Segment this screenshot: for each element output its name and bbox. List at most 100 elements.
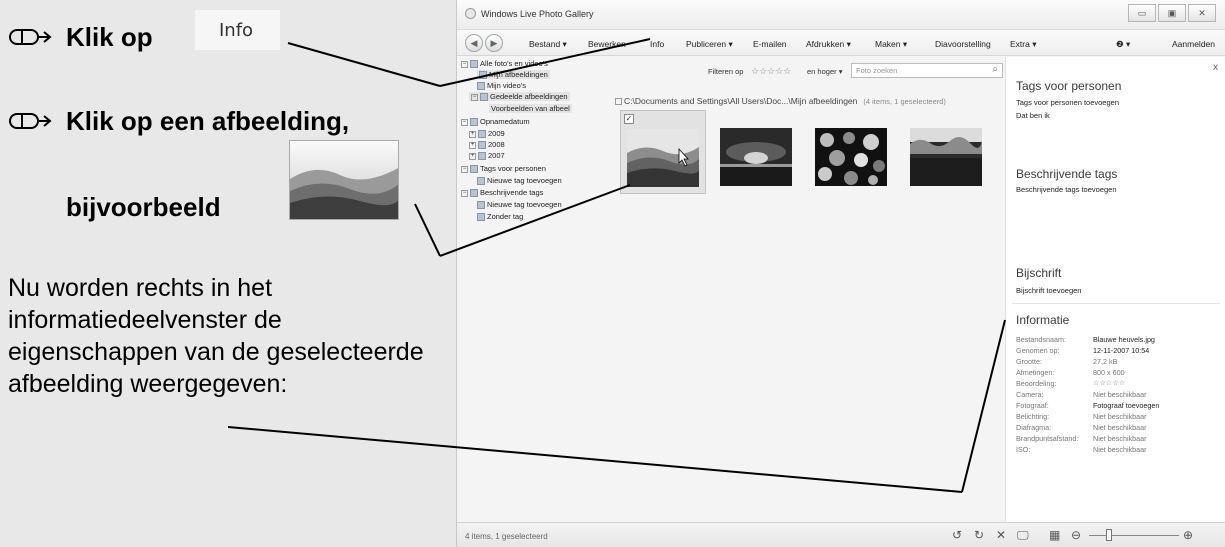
- rotate-right-icon[interactable]: ↻: [974, 528, 984, 542]
- status-bar: 4 items, 1 geselecteerd ↺ ↻ ✕ 🖵 ▦ ⊖ ⊕: [457, 522, 1225, 547]
- menu-diavoorstelling[interactable]: Diavoorstelling: [935, 39, 991, 49]
- prop-key: Grootte:: [1016, 357, 1042, 366]
- delete-icon[interactable]: ✕: [996, 528, 1006, 542]
- info-pane: x Tags voor personen Tags voor personen …: [1005, 57, 1225, 522]
- menu-bewerken[interactable]: Bewerken: [588, 39, 626, 49]
- prop-exposure: Niet beschikbaar: [1093, 412, 1147, 421]
- help-icon[interactable]: ❷ ▾: [1116, 39, 1130, 50]
- tag-icon: [477, 213, 485, 222]
- calendar-icon: [470, 118, 478, 127]
- slideshow-icon[interactable]: 🖵: [1017, 528, 1029, 543]
- menu-info[interactable]: Info: [650, 39, 664, 49]
- menu-afdrukken[interactable]: Afdrukken ▾: [806, 39, 851, 50]
- add-caption-link[interactable]: Bijschrift toevoegen: [1016, 286, 1081, 295]
- tag-add-icon: [477, 201, 485, 210]
- app-icon: [465, 8, 476, 19]
- prop-photographer[interactable]: Fotograaf toevoegen: [1093, 401, 1159, 410]
- prop-key: Diafragma:: [1016, 423, 1052, 432]
- rotate-left-icon[interactable]: ↺: [952, 528, 962, 542]
- close-button[interactable]: ✕: [1188, 4, 1216, 22]
- tree-item-all[interactable]: − Alle foto's en video's: [461, 59, 548, 69]
- calendar-icon: [478, 152, 486, 161]
- descriptive-tags-heading: Beschrijvende tags: [1016, 167, 1118, 181]
- prop-key: Brandpuntsafstand:: [1016, 434, 1079, 443]
- thats-me-link[interactable]: Dat ben ik: [1016, 111, 1050, 120]
- maximize-button[interactable]: ▣: [1158, 4, 1186, 22]
- menu-emailen[interactable]: E-mailen: [753, 39, 787, 49]
- tree-item-samples[interactable]: Voorbeelden van afbeel: [489, 104, 572, 113]
- path-text: C:\Documents and Settings\All Users\Doc.…: [624, 96, 858, 106]
- menu-extra[interactable]: Extra ▾: [1010, 39, 1036, 50]
- forward-icon[interactable]: ▶: [485, 34, 503, 52]
- prop-key: Genomen op:: [1016, 346, 1060, 355]
- rating-filter-stars[interactable]: ☆☆☆☆☆: [751, 66, 791, 77]
- step1-label: Klik op: [66, 22, 153, 52]
- prop-key: Fotograaf:: [1016, 401, 1049, 410]
- tree-item-untagged[interactable]: Zonder tag: [477, 212, 523, 222]
- zoom-in-icon[interactable]: ⊕: [1183, 528, 1193, 542]
- mouse-click-icon: [9, 29, 52, 45]
- back-icon[interactable]: ◀: [465, 34, 483, 52]
- zoom-slider[interactable]: [1089, 535, 1179, 536]
- add-people-tags-link[interactable]: Tags voor personen toevoegen: [1016, 98, 1119, 107]
- thumbnail-blauwe-heuvels[interactable]: ✓: [620, 110, 706, 194]
- tag-icon: [470, 189, 478, 198]
- tree-item-people-tags[interactable]: − Tags voor personen: [461, 164, 546, 174]
- prop-key: Belichting:: [1016, 412, 1050, 421]
- calendar-icon: [478, 130, 486, 139]
- tree-item-my-pictures[interactable]: Mijn afbeeldingen: [477, 70, 550, 80]
- prop-filename[interactable]: Blauwe heuvels.jpg: [1093, 335, 1155, 344]
- search-placeholder: Foto zoeken: [856, 66, 898, 75]
- signin-link[interactable]: Aanmelden: [1172, 39, 1215, 49]
- prop-dimensions: 800 x 600: [1093, 368, 1125, 377]
- close-pane-icon[interactable]: x: [1213, 62, 1218, 73]
- checkbox[interactable]: ✓: [624, 114, 634, 124]
- thumbnail-flowers[interactable]: [809, 110, 895, 194]
- collapse-icon[interactable]: [615, 98, 622, 106]
- folder-icon: [470, 60, 478, 69]
- tree-item-2009[interactable]: +2009: [469, 129, 505, 139]
- view-grid-icon[interactable]: ▦: [1049, 528, 1060, 542]
- menu-maken[interactable]: Maken ▾: [875, 39, 907, 50]
- prop-rating-stars[interactable]: ☆☆☆☆☆: [1093, 378, 1125, 387]
- tree-item-my-videos[interactable]: Mijn video's: [477, 81, 526, 91]
- tree-item-new-person-tag[interactable]: Nieuwe tag toevoegen: [477, 176, 562, 186]
- rating-filter-dropdown[interactable]: en hoger ▾: [807, 67, 842, 76]
- divider: [1012, 303, 1220, 304]
- prop-key: Beoordeling:: [1016, 379, 1057, 388]
- prop-key: Bestandsnaam:: [1016, 335, 1066, 344]
- add-descriptive-tags-link[interactable]: Beschrijvende tags toevoegen: [1016, 185, 1117, 194]
- tree-item-new-tag[interactable]: Nieuwe tag toevoegen: [477, 200, 562, 210]
- thumbnail-grass[interactable]: [904, 110, 990, 194]
- photo-gallery-window: Windows Live Photo Gallery ▭ ▣ ✕ ◀ ▶ Bes…: [456, 0, 1225, 547]
- prop-key: Camera:: [1016, 390, 1044, 399]
- title-bar: Windows Live Photo Gallery ▭ ▣ ✕: [457, 0, 1225, 30]
- minimize-button[interactable]: ▭: [1128, 4, 1156, 22]
- tree-item-descriptive-tags[interactable]: − Beschrijvende tags: [461, 188, 543, 198]
- sunset-image: [720, 128, 792, 186]
- instruction-panel: Klik op Info Klik op een afbeelding, bij…: [0, 0, 456, 547]
- search-icon[interactable]: ⌕: [992, 64, 998, 75]
- search-input[interactable]: Foto zoeken ⌕: [851, 63, 1003, 78]
- pictures-icon: [480, 93, 488, 102]
- tree-item-shared[interactable]: − Gedeelde afbeeldingen: [469, 92, 570, 102]
- filter-label: Filteren op: [708, 67, 744, 76]
- tree-item-date[interactable]: − Opnamedatum: [461, 117, 530, 127]
- step2-example: bijvoorbeeld: [66, 192, 221, 222]
- zoom-out-icon[interactable]: ⊖: [1071, 528, 1081, 542]
- thumbnail-sunset[interactable]: [714, 110, 800, 194]
- prop-focal-length: Niet beschikbaar: [1093, 434, 1147, 443]
- tree-item-2008[interactable]: +2008: [469, 140, 505, 150]
- calendar-icon: [478, 141, 486, 150]
- tree-item-2007[interactable]: +2007: [469, 151, 505, 161]
- prop-date-taken[interactable]: 12-11-2007 10:54: [1093, 346, 1149, 355]
- menu-publiceren[interactable]: Publiceren ▾: [686, 39, 733, 50]
- item-count: (4 items, 1 geselecteerd): [863, 97, 946, 106]
- video-icon: [477, 82, 485, 91]
- hills-image: [627, 129, 699, 187]
- prop-key: Afmetingen:: [1016, 368, 1055, 377]
- zoom-slider-thumb[interactable]: [1106, 529, 1112, 541]
- menu-bestand[interactable]: Bestand ▾: [529, 39, 567, 50]
- gallery-path: C:\Documents and Settings\All Users\Doc.…: [615, 96, 946, 106]
- step2-label: Klik op een afbeelding,: [66, 106, 350, 136]
